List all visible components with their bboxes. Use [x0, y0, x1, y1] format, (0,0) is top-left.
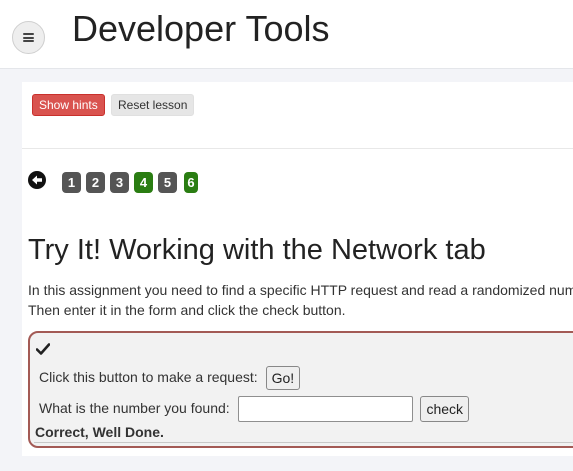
answer-row: What is the number you found: check: [39, 395, 470, 423]
page-1-link[interactable]: 1: [62, 172, 81, 193]
request-prompt: Click this button to make a request:: [39, 369, 258, 385]
lesson-description: In this assignment you need to find a sp…: [28, 282, 573, 318]
lesson-title: Try It! Working with the Network tab: [28, 234, 486, 266]
hamburger-menu-icon[interactable]: [12, 21, 45, 54]
check-button[interactable]: check: [420, 396, 470, 423]
page-5-link[interactable]: 5: [158, 172, 177, 193]
page-title: Developer Tools: [72, 8, 330, 49]
assignment-box: Click this button to make a request: Go!…: [28, 331, 573, 448]
checkmark-icon: [35, 342, 51, 360]
page-2-link[interactable]: 2: [86, 172, 105, 193]
divider: [22, 148, 573, 149]
number-input[interactable]: [237, 396, 413, 423]
result-message: Correct, Well Done.: [35, 424, 164, 440]
arrow-left-circle-icon[interactable]: [28, 171, 46, 189]
result-divider: [34, 442, 573, 443]
go-button[interactable]: Go!: [265, 366, 301, 391]
page-3-link[interactable]: 3: [110, 172, 129, 193]
page-4-link[interactable]: 4: [134, 172, 153, 193]
show-hints-button[interactable]: Show hints: [32, 94, 105, 116]
page-6-link[interactable]: 6: [184, 172, 198, 193]
reset-lesson-button[interactable]: Reset lesson: [111, 94, 195, 116]
request-row: Click this button to make a request: Go!: [39, 365, 301, 391]
top-bar: Developer Tools: [0, 0, 573, 69]
number-prompt: What is the number you found:: [39, 400, 230, 416]
lesson-panel: Show hints Reset lesson 1 2 3 4 5 6 Try …: [22, 82, 573, 456]
